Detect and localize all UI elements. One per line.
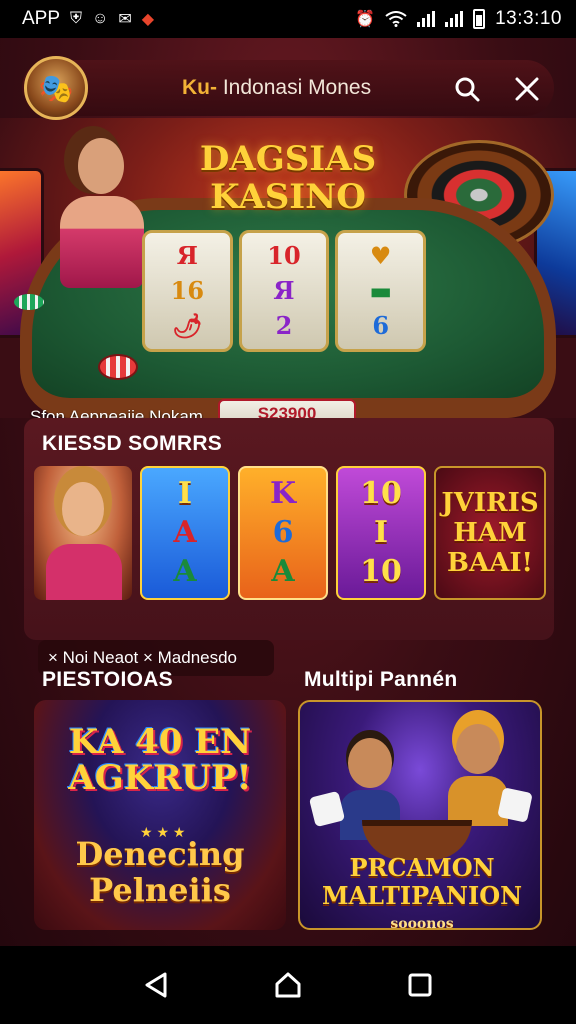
dice-icon: [497, 787, 533, 823]
chat-icon: ✉: [118, 11, 132, 28]
back-button[interactable]: [136, 965, 176, 1005]
section-heading: KIESSD SOMRRS: [42, 432, 223, 455]
top-header: 🎭 Ku- Indonasi Mones: [22, 56, 554, 120]
card-subtitle-line1: Denecing: [75, 835, 245, 873]
dealer-avatar-icon[interactable]: 🎭: [24, 56, 88, 120]
hero-title-line2: KASINO: [210, 177, 366, 217]
alarm-icon: ⏰: [355, 11, 376, 28]
promo-line: HAM: [453, 518, 527, 548]
app-screen: DAGSIAS KASINO Я 16 🌶 10 Я 2 ♥ ▬ 6 Sfon …: [0, 38, 576, 946]
tile-symbol: 10: [360, 475, 402, 511]
tile-symbol: A: [173, 514, 197, 550]
recents-button[interactable]: [400, 965, 440, 1005]
casino-chips-image: [98, 354, 138, 380]
app-label: APP: [22, 8, 61, 29]
card-title-line2: MALTIPANION: [321, 881, 523, 910]
wifi-icon: [385, 11, 407, 27]
casino-chips-image: [14, 294, 44, 310]
home-icon: [275, 972, 301, 998]
tile-symbol: A: [271, 554, 295, 590]
reel-symbol: 2: [275, 310, 293, 340]
status-time: 13:3:10: [495, 8, 562, 29]
card-title: KA 40 EN AGKRUP!: [44, 724, 276, 796]
header-title: Ku- Indonasi Mones: [182, 76, 371, 100]
status-left: APP ⛨ ☺ ✉ ◆: [22, 8, 154, 30]
featured-games-panel: KIESSD SOMRRS I A A K 6 A 10 I 10 JVIRIS: [24, 418, 554, 676]
status-right: ⏰ 13:3:10: [355, 8, 562, 30]
reel-symbol: Я: [273, 275, 295, 305]
reel-symbol: 16: [170, 275, 205, 305]
game-tile-slot[interactable]: I A A: [140, 466, 230, 600]
hero-title: DAGSIAS KASINO: [188, 140, 388, 216]
card-title-line1: KA 40 EN: [68, 722, 252, 762]
header-title-accent: Ku-: [182, 76, 217, 99]
game-card-right[interactable]: PRCAMON MALTIPANION sooonos: [298, 700, 542, 930]
signal-icon: [417, 11, 436, 27]
card-title: PRCAMON MALTIPANION sooonos: [306, 853, 538, 930]
jackpot-amount[interactable]: S23900: [218, 399, 356, 418]
card-title-line1: PRCAMON: [349, 853, 495, 882]
search-icon: [455, 77, 480, 102]
tile-symbol: 6: [272, 514, 294, 550]
shield-icon: ⛨: [70, 10, 83, 27]
home-button[interactable]: [268, 965, 308, 1005]
close-icon: [515, 77, 539, 101]
card-subtitle-line2: Pelneiis: [89, 871, 231, 909]
close-button[interactable]: [506, 68, 548, 110]
card-title-small: sooonos: [390, 916, 454, 930]
section-heading-left: PIESTOIOAS: [42, 668, 173, 691]
game-tile-slot[interactable]: 10 I 10: [336, 466, 426, 600]
reel: Я 16 🌶: [142, 230, 233, 352]
game-tiles-row: I A A K 6 A 10 I 10 JVIRIS HAM BAAI!: [34, 466, 546, 600]
game-card-left[interactable]: KA 40 EN AGKRUP! ★ ★ ★ Denecing Pelneiis: [34, 700, 286, 930]
game-tile-promo[interactable]: JVIRIS HAM BAAI!: [434, 466, 546, 600]
reel-symbol: 🌶: [172, 310, 203, 340]
promo-line: JVIRIS: [441, 488, 539, 518]
status-bar: APP ⛨ ☺ ✉ ◆ ⏰ 13:3:10: [0, 0, 576, 38]
hero-label: Sfon Aepneaiie Nokam: [30, 407, 203, 418]
dealer-image: [56, 138, 146, 288]
search-button[interactable]: [446, 68, 488, 110]
reel-symbol: ♥: [369, 241, 392, 271]
reel: ♥ ▬ 6: [335, 230, 427, 352]
system-nav-bar: [0, 946, 576, 1024]
recents-square-icon: [408, 973, 432, 997]
card-subtitle: Denecing Pelneiis: [44, 836, 276, 908]
reel: 10 Я 2: [238, 230, 330, 352]
section-heading-right: Multipi Pannén: [304, 668, 458, 691]
tile-symbol: 10: [360, 554, 402, 590]
reel-symbol: 6: [372, 310, 390, 340]
header-title-text: Indonasi Mones: [217, 76, 372, 99]
tile-symbol: I: [177, 475, 193, 511]
tile-symbol: I: [373, 514, 389, 550]
hero-banner[interactable]: DAGSIAS KASINO Я 16 🌶 10 Я 2 ♥ ▬ 6 Sfon …: [0, 118, 576, 418]
game-tile-slot[interactable]: K 6 A: [238, 466, 328, 600]
reel-symbol: Я: [176, 241, 198, 271]
card-title-line2: AGKRUP!: [68, 758, 252, 798]
at-icon: ☺: [92, 10, 109, 27]
signal-icon: [445, 11, 464, 27]
battery-icon: [473, 9, 486, 29]
back-triangle-icon: [145, 972, 167, 998]
promo-line: BAAI!: [447, 548, 533, 578]
hero-title-line1: DAGSIAS: [199, 139, 377, 179]
alert-icon: ◆: [141, 11, 155, 28]
tile-symbol: A: [173, 554, 197, 590]
reel-symbol: 10: [267, 241, 301, 271]
slot-reels: Я 16 🌶 10 Я 2 ♥ ▬ 6: [142, 230, 427, 352]
game-tile-live-dealer[interactable]: [34, 466, 132, 600]
tile-symbol: K: [269, 475, 297, 511]
reel-symbol: ▬: [369, 275, 393, 305]
